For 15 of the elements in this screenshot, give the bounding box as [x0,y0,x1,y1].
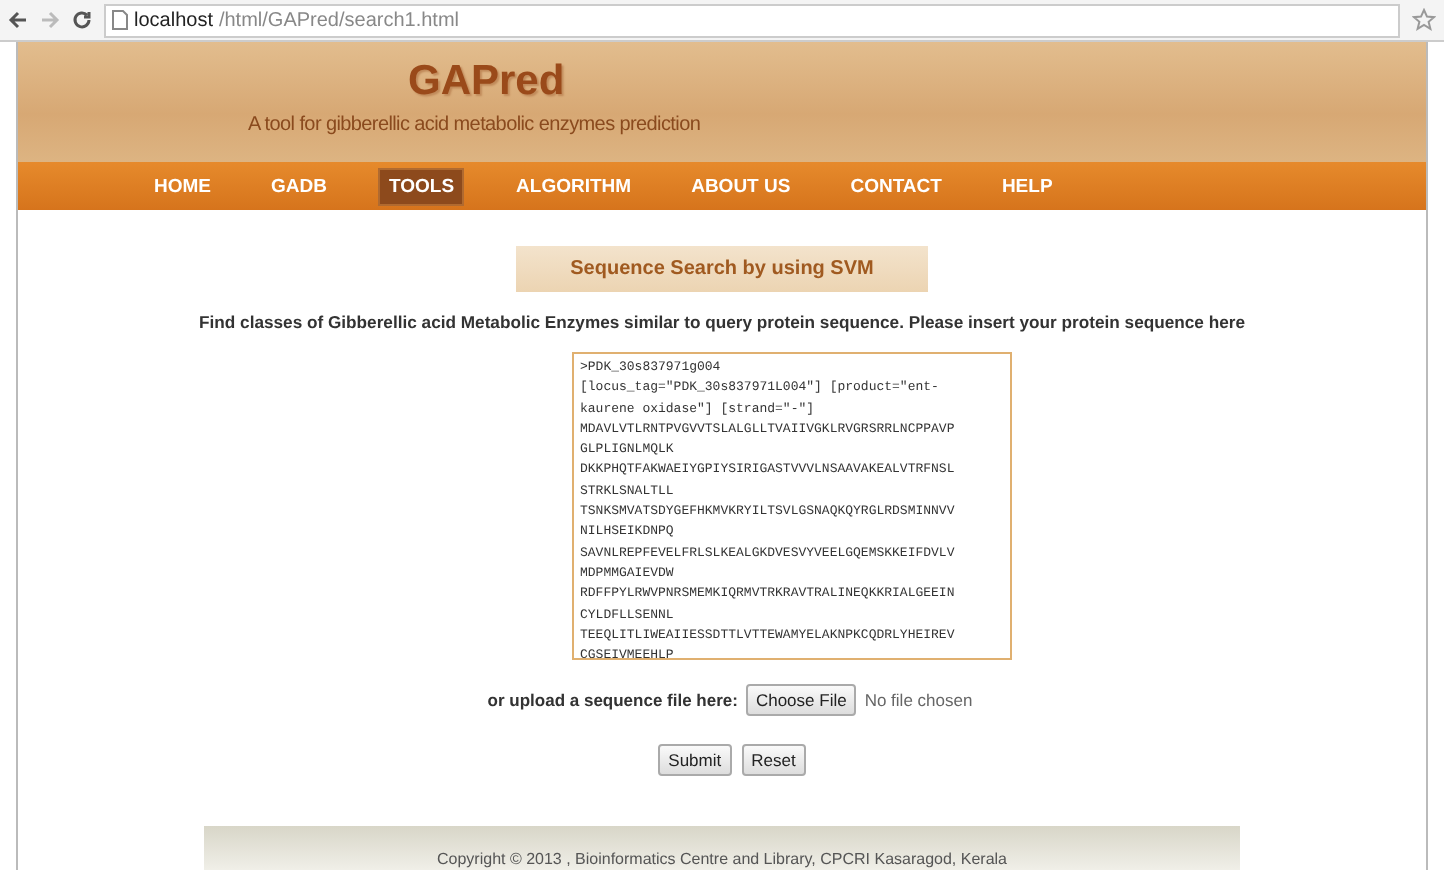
site-subtitle: A tool for gibberellic acid metabolic enzymes prediction [248,114,703,136]
address-bar[interactable]: localhost /html/GAPred/search1.html [104,3,1400,37]
file-status: No file chosen [864,690,973,710]
back-icon[interactable] [8,10,28,30]
reload-icon[interactable] [72,10,92,30]
star-icon[interactable] [1412,8,1436,32]
instruction-text: Find classes of Gibberellic acid Metabolic Enzymes similar to query protein sequence. Please insert your protein sequence here [199,312,1245,332]
site-title: GAPred [406,56,567,106]
submit-button[interactable]: Submit [658,744,732,776]
upload-label: or upload a sequence file here: [487,690,738,710]
nav-link[interactable]: TOOLS [378,167,465,205]
section-heading: Sequence Search by using SVM [516,246,928,292]
choose-file-button[interactable]: Choose File [745,684,857,716]
copyright-text: Copyright © 2013 , Bioinformatics Centre and Library, CPCRI Kasaragod, Kerala [437,850,1007,870]
reset-button[interactable]: Reset [741,744,806,776]
